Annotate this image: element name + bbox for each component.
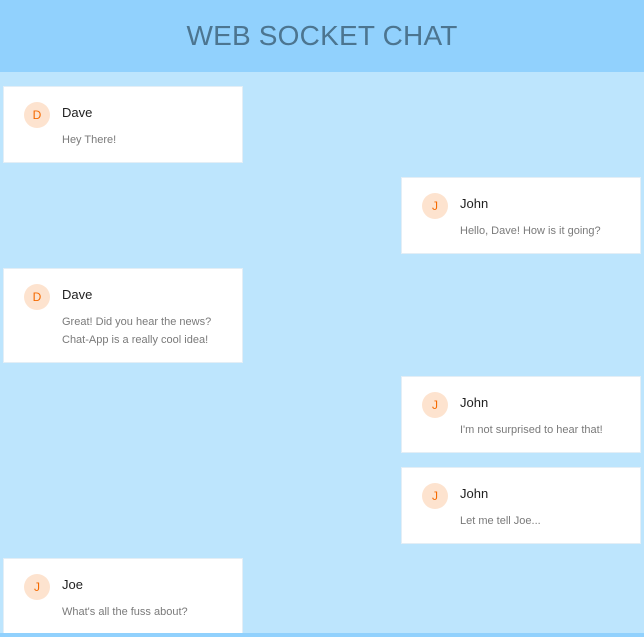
chat-header: WEB SOCKET CHAT (0, 0, 644, 72)
avatar: J (422, 193, 448, 219)
page-title: WEB SOCKET CHAT (186, 20, 458, 51)
avatar: D (24, 284, 50, 310)
avatar: J (422, 483, 448, 509)
sender-name: John (460, 486, 489, 501)
avatar: J (24, 574, 50, 600)
chat-message: J John I'm not surprised to hear that! (401, 376, 641, 453)
message-text: Hello, Dave! How is it going? (460, 225, 601, 237)
chat-message: J Joe What's all the fuss about? (3, 558, 243, 635)
message-text: I'm not surprised to hear that! (460, 424, 603, 436)
chat-message: J John Hello, Dave! How is it going? (401, 177, 641, 254)
sender-name: John (460, 196, 489, 211)
sender-name: Joe (62, 577, 83, 592)
message-text: Great! Did you hear the news? Chat-App i… (62, 316, 212, 346)
footer-edge (0, 633, 644, 637)
chat-message: D Dave Hey There! (3, 86, 243, 163)
message-text: Let me tell Joe... (460, 515, 541, 527)
avatar: D (24, 102, 50, 128)
sender-name: Dave (62, 105, 93, 120)
message-text: What's all the fuss about? (62, 606, 188, 618)
sender-name: John (460, 395, 489, 410)
message-text: Hey There! (62, 134, 117, 146)
avatar: J (422, 392, 448, 418)
chat-message: J John Let me tell Joe... (401, 467, 641, 544)
chat-message: D Dave Great! Did you hear the news? Cha… (3, 268, 243, 363)
sender-name: Dave (62, 287, 93, 302)
